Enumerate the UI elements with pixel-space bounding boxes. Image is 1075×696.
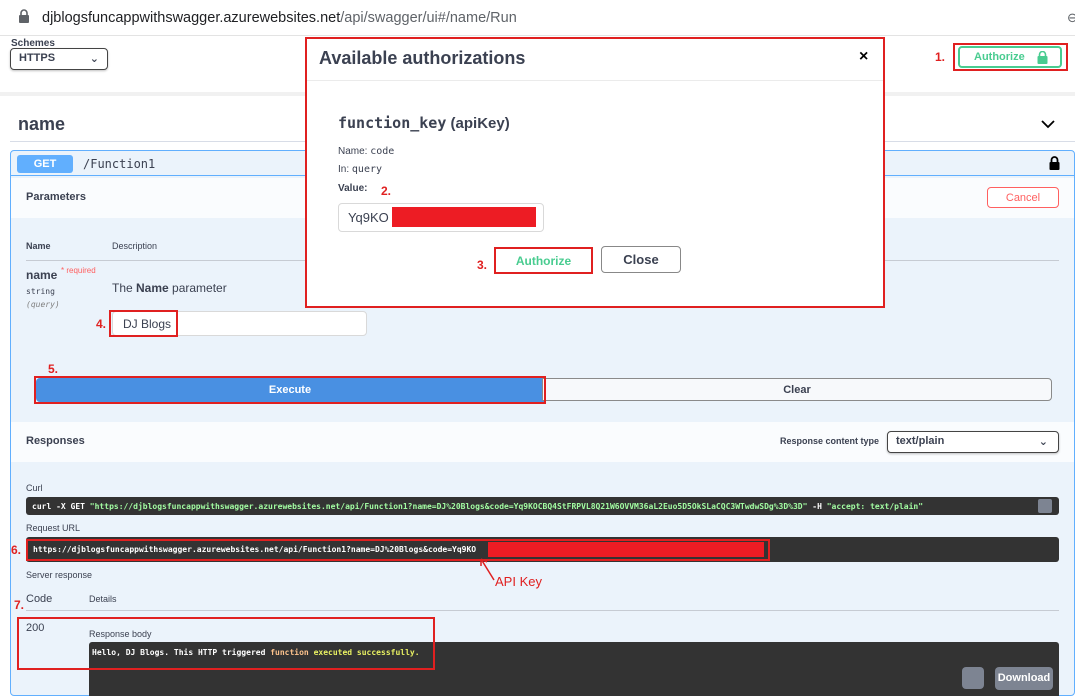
annotation-box-7	[17, 617, 435, 670]
param-location: (query)	[26, 300, 60, 309]
lock-icon	[18, 9, 30, 29]
modal-title: Available authorizations	[319, 48, 526, 68]
column-header-description: Description	[112, 241, 158, 251]
close-icon[interactable]: ×	[859, 48, 868, 66]
copy-icon[interactable]	[1038, 499, 1052, 513]
auth-in-row: In: query	[338, 164, 383, 175]
auth-name-row: Name: code	[338, 146, 395, 157]
required-marker: * required	[61, 266, 96, 275]
locked-icon[interactable]	[1049, 156, 1060, 175]
cancel-button[interactable]: Cancel	[987, 187, 1059, 208]
response-content-type-value: text/plain	[896, 435, 945, 447]
request-url-label: Request URL	[26, 523, 81, 533]
annotation-4: 4.	[96, 317, 107, 331]
param-name: name	[26, 268, 58, 282]
tag-title[interactable]: name	[18, 114, 65, 135]
annotation-1: 1.	[935, 50, 946, 64]
auth-value-label: Value:	[338, 183, 368, 194]
modal-close-button[interactable]: Close	[601, 246, 681, 273]
parameters-title: Parameters	[26, 191, 86, 203]
auth-scheme-title: function_key (apiKey)	[338, 114, 510, 132]
column-header-name: Name	[26, 241, 51, 251]
annotation-box-4	[109, 310, 178, 337]
responses-title: Responses	[26, 435, 85, 447]
annotation-7: 7.	[14, 598, 25, 612]
param-description: The Name parameter	[112, 281, 227, 295]
clear-button[interactable]: Clear	[542, 378, 1052, 401]
chevron-down-icon: ⌄	[89, 53, 99, 65]
server-response-label: Server response	[26, 570, 93, 580]
api-key-annotation: API Key	[495, 574, 542, 589]
method-badge: GET	[17, 155, 73, 173]
response-divider	[26, 610, 1059, 611]
annotation-box-5	[34, 376, 546, 404]
unlocked-icon	[1037, 50, 1048, 67]
authorization-modal	[305, 37, 885, 308]
curl-command[interactable]: curl -X GET "https://djblogsfuncappwiths…	[26, 497, 1059, 515]
copy-icon[interactable]	[962, 667, 984, 689]
annotation-6: 6.	[11, 543, 22, 557]
authorize-button[interactable]: Authorize	[958, 46, 1062, 68]
download-button[interactable]: Download	[995, 667, 1053, 690]
annotation-box-6	[26, 539, 770, 561]
redaction-bar	[392, 207, 536, 227]
url-path: /api/swagger/ui#/name/Run	[340, 10, 517, 26]
response-content-type-label: Response content type	[780, 436, 880, 446]
modal-authorize-button[interactable]: Authorize	[494, 247, 593, 274]
annotation-2: 2.	[381, 184, 392, 198]
code-column-header: Code	[26, 593, 53, 605]
curl-label: Curl	[26, 483, 43, 493]
annotation-3: 3.	[477, 258, 488, 272]
schemes-select[interactable]: HTTPS ⌄	[10, 48, 108, 70]
param-type: string	[26, 287, 55, 296]
modal-divider	[307, 80, 883, 81]
schemes-selected: HTTPS	[19, 52, 56, 64]
api-key-value: Yq9KO	[348, 210, 389, 225]
url-text[interactable]: djblogsfuncappwithswagger.azurewebsites.…	[42, 10, 517, 26]
chevron-down-icon[interactable]	[1041, 116, 1055, 134]
address-bar[interactable]: djblogsfuncappwithswagger.azurewebsites.…	[0, 0, 1075, 36]
details-column-header: Details	[89, 594, 117, 604]
operation-path: /Function1	[83, 157, 156, 171]
authorize-label: Authorize	[974, 51, 1025, 63]
annotation-5: 5.	[48, 362, 59, 376]
response-content-type-select[interactable]: text/plain ⌄	[887, 431, 1059, 453]
url-host: djblogsfuncappwithswagger.azurewebsites.…	[42, 10, 341, 26]
chevron-down-icon: ⌄	[1038, 436, 1048, 448]
zoom-icon[interactable]: ⊖	[1067, 10, 1075, 26]
